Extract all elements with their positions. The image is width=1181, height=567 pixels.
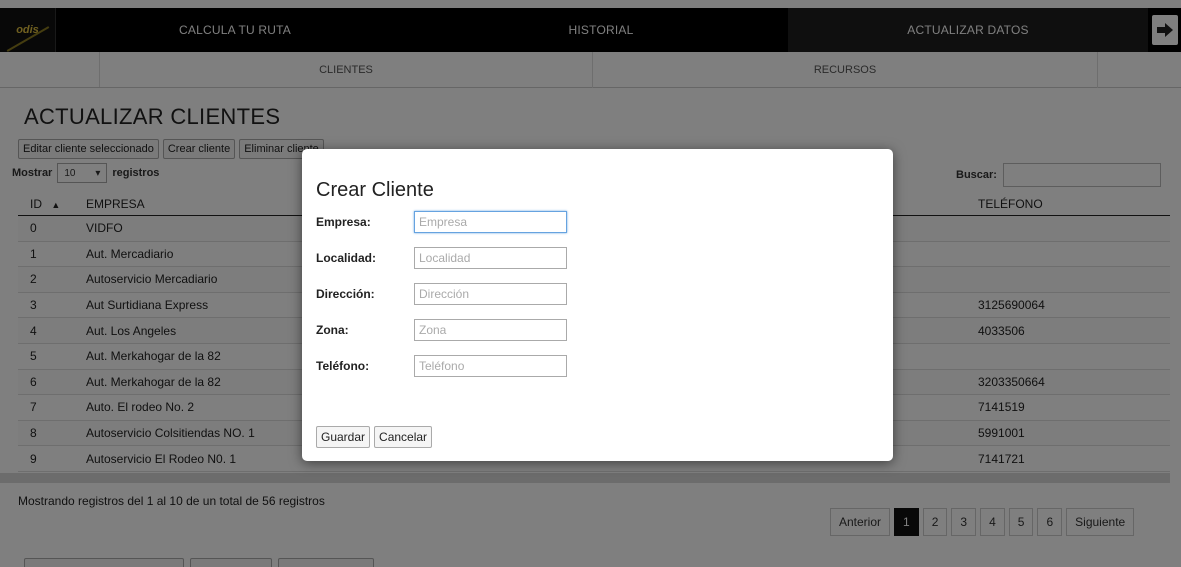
save-button[interactable]: Guardar bbox=[316, 426, 371, 448]
field-empresa: Empresa: bbox=[316, 211, 567, 233]
page: odis CALCULA TU RUTA HISTORIAL ACTUALIZA… bbox=[0, 0, 1181, 567]
field-label: Empresa: bbox=[316, 215, 371, 229]
direccion-input[interactable] bbox=[414, 283, 567, 305]
cancel-button[interactable]: Cancelar bbox=[374, 426, 433, 448]
field-telefono: Teléfono: bbox=[316, 355, 567, 377]
field-zona: Zona: bbox=[316, 319, 567, 341]
field-label: Dirección: bbox=[316, 287, 375, 301]
field-direccion: Dirección: bbox=[316, 283, 567, 305]
telefono-input[interactable] bbox=[414, 355, 567, 377]
field-label: Zona: bbox=[316, 323, 349, 337]
empresa-input[interactable] bbox=[414, 211, 567, 233]
dialog-buttons: Guardar Cancelar bbox=[316, 426, 433, 448]
field-localidad: Localidad: bbox=[316, 247, 567, 269]
dialog-title: Crear Cliente bbox=[316, 179, 434, 201]
field-label: Teléfono: bbox=[316, 359, 370, 373]
field-label: Localidad: bbox=[316, 251, 377, 265]
zona-input[interactable] bbox=[414, 319, 567, 341]
create-client-dialog: Crear Cliente Empresa: Localidad: Direcc… bbox=[302, 149, 893, 461]
localidad-input[interactable] bbox=[414, 247, 567, 269]
